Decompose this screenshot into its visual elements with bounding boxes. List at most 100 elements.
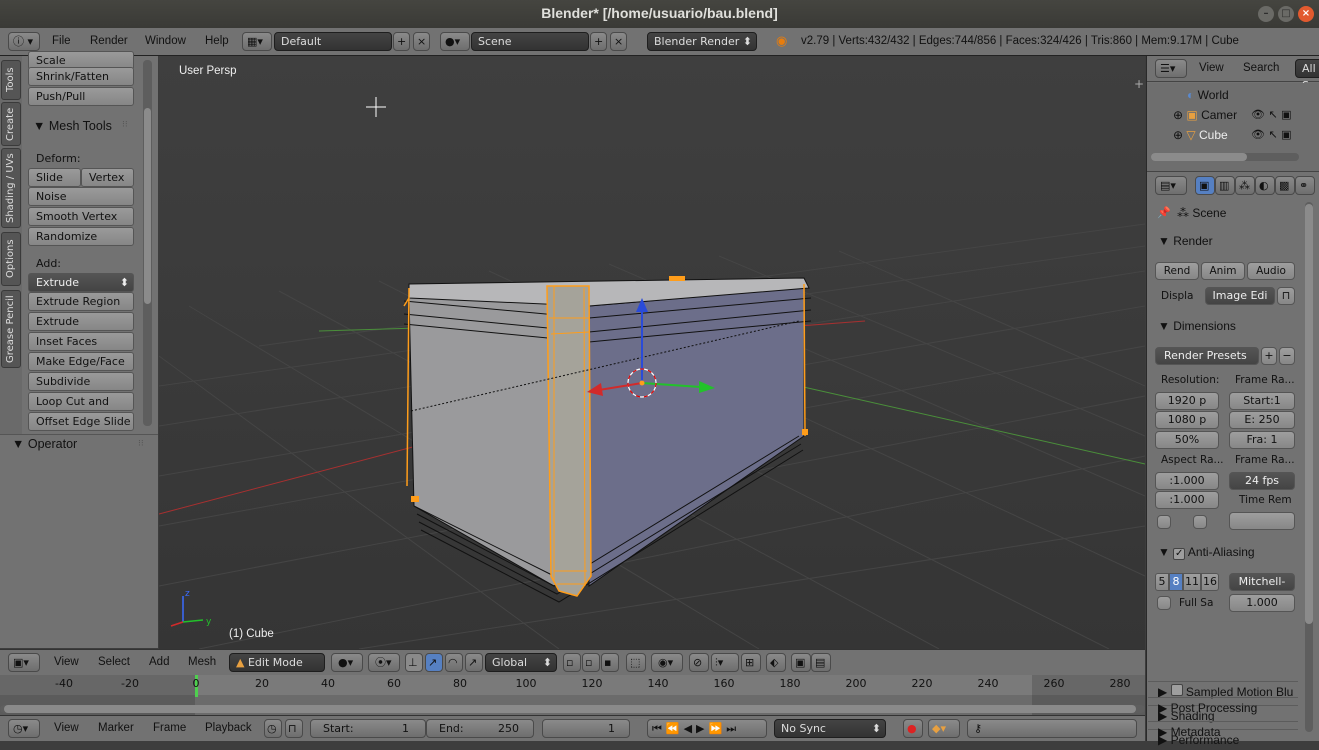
menu-view[interactable]: View: [54, 656, 79, 668]
occlude-toggle[interactable]: ⬚: [626, 653, 646, 672]
face-select-mode[interactable]: ▪: [601, 653, 619, 672]
animation-button[interactable]: Anim: [1201, 262, 1245, 280]
remove-layout-button[interactable]: ×: [413, 32, 430, 51]
close-button[interactable]: ×: [1298, 6, 1314, 22]
resolution-percent-field[interactable]: 50%: [1155, 431, 1219, 449]
smooth-vertex-button[interactable]: Smooth Vertex: [28, 207, 134, 226]
drag-grip-icon[interactable]: ⁝⁝: [122, 120, 128, 130]
outliner-item-cube[interactable]: ⊕ ▽ Cube: [1173, 128, 1228, 142]
properties-scrollbar[interactable]: [1305, 202, 1313, 732]
shrink-fatten-button[interactable]: Shrink/Fatten: [28, 67, 134, 86]
shading-select[interactable]: ●▾: [331, 653, 363, 672]
render-button[interactable]: Rend: [1155, 262, 1199, 280]
vertex-slide-button[interactable]: Vertex: [81, 168, 134, 187]
tool-scrollbar[interactable]: [143, 60, 152, 426]
extrude-region-button[interactable]: Extrude Region: [28, 292, 134, 311]
scene-tab[interactable]: ⁂: [1235, 176, 1255, 195]
timeline[interactable]: -40 -20 0 20 40 60 80 100 120 140 160 180 200 220 240 2…: [0, 675, 1145, 715]
render-anim-button[interactable]: ▤: [811, 653, 831, 672]
playback-controls[interactable]: ⏮⏪◀▶⏩⏭: [647, 719, 767, 738]
3d-viewport[interactable]: z y + User Persp (1) Cube: [159, 56, 1145, 649]
make-edge-face-button[interactable]: Make Edge/Face: [28, 352, 134, 371]
aa-sample-16[interactable]: 16: [1201, 573, 1219, 591]
outliner-hscroll[interactable]: [1151, 153, 1299, 161]
editor-type-properties[interactable]: ▤▾: [1155, 176, 1187, 195]
rotate-toggle[interactable]: ◠: [445, 653, 463, 672]
display-select[interactable]: Image Edi: [1205, 287, 1275, 305]
current-frame-field[interactable]: 1: [542, 719, 630, 738]
loop-cut-slide-button[interactable]: Loop Cut and Slide: [28, 392, 134, 425]
dimensions-panel-header[interactable]: ▼ Dimensions: [1148, 316, 1298, 336]
menu-render[interactable]: Render: [90, 35, 128, 47]
timeline-scrollbar[interactable]: [0, 705, 1145, 713]
proportional-edit-select[interactable]: ◉▾: [651, 653, 683, 672]
menu-file[interactable]: File: [52, 35, 71, 47]
extrude-individual-button[interactable]: Extrude Individual: [28, 312, 134, 345]
menu-view[interactable]: View: [54, 722, 79, 734]
snap-target-toggle[interactable]: ⊞: [741, 653, 761, 672]
record-toggle[interactable]: ●: [903, 719, 923, 738]
display-mode-select[interactable]: All S: [1295, 59, 1319, 92]
aa-sample-8[interactable]: 8: [1169, 573, 1183, 591]
outliner-hscroll-thumb[interactable]: [1151, 153, 1247, 161]
aa-sample-11[interactable]: 11: [1183, 573, 1201, 591]
aspect-x-field[interactable]: :1.000: [1155, 472, 1219, 490]
visibility-icon[interactable]: 👁 ↖ ▣: [1251, 108, 1292, 121]
add-scene-button[interactable]: +: [590, 32, 607, 51]
timeline-scrollbar-thumb[interactable]: [4, 705, 1136, 713]
frame-end-field[interactable]: E: 250: [1229, 411, 1295, 429]
scene-field[interactable]: Scene: [471, 32, 589, 51]
tab-create[interactable]: Create: [1, 102, 21, 146]
motion-blur-checkbox[interactable]: [1170, 684, 1183, 696]
slide-edge-button[interactable]: Slide Ed: [28, 168, 81, 201]
editor-type-timeline[interactable]: ◷▾: [8, 719, 40, 738]
editor-type-info[interactable]: ⓘ ▾: [8, 32, 40, 51]
translate-toggle[interactable]: ↗: [425, 653, 443, 672]
aa-filter-select[interactable]: Mitchell-: [1229, 573, 1295, 591]
render-panel-header[interactable]: ▼ Render: [1148, 231, 1298, 251]
menu-view[interactable]: View: [1199, 62, 1224, 74]
overlay-toggle[interactable]: ⬖: [766, 653, 786, 672]
pin-icon[interactable]: 📌: [1157, 206, 1171, 219]
render-engine-select[interactable]: Blender Render ⬍: [647, 32, 757, 51]
drag-grip-icon[interactable]: ⁝⁝: [138, 439, 144, 449]
object-tab[interactable]: ▩: [1275, 176, 1295, 195]
menu-select[interactable]: Select: [98, 656, 130, 668]
randomize-button[interactable]: Randomize: [28, 227, 134, 246]
screen-layout-icon[interactable]: ▦▾: [242, 32, 272, 51]
plus-icon[interactable]: +: [1134, 77, 1144, 91]
menu-add[interactable]: Add: [149, 656, 169, 668]
tab-tools[interactable]: Tools: [1, 60, 21, 100]
snap-element-select[interactable]: ⫶▾: [711, 653, 739, 672]
render-still-button[interactable]: ▣: [791, 653, 811, 672]
noise-button[interactable]: Noise: [28, 187, 134, 206]
outliner-item-world[interactable]: ◐ World: [1187, 88, 1229, 102]
frame-step-field[interactable]: Fra: 1: [1229, 431, 1295, 449]
extrude-dropdown[interactable]: Extrude ⬍: [28, 273, 134, 292]
push-pull-button[interactable]: Push/Pull: [28, 87, 134, 106]
render-tab[interactable]: ▣: [1195, 176, 1215, 195]
aspect-y-field[interactable]: :1.000: [1155, 491, 1219, 509]
aa-panel-header[interactable]: ▼ ✓ Anti-Aliasing: [1148, 542, 1298, 562]
mode-select[interactable]: ▲ Edit Mode: [229, 653, 325, 672]
tab-shading-uvs[interactable]: Shading / UVs: [1, 148, 21, 228]
constraints-tab[interactable]: ⚭: [1295, 176, 1315, 195]
menu-help[interactable]: Help: [205, 35, 229, 47]
fps-select[interactable]: 24 fps: [1229, 472, 1295, 490]
full-sample-checkbox[interactable]: [1157, 596, 1171, 610]
editor-type-3d[interactable]: ▣▾: [8, 653, 40, 672]
menu-search[interactable]: Search: [1243, 62, 1279, 74]
border-checkbox[interactable]: [1157, 515, 1171, 529]
expand-icon[interactable]: ⊕: [1173, 108, 1183, 122]
add-preset-button[interactable]: +: [1261, 347, 1277, 365]
keying-set-select[interactable]: ◆▾: [928, 719, 960, 738]
mesh-tools-header[interactable]: ▼ Mesh Tools: [33, 119, 112, 133]
start-frame-field[interactable]: Start: 1: [310, 719, 426, 738]
sync-select[interactable]: No Sync ⬍: [774, 719, 886, 738]
end-frame-field[interactable]: End: 250: [426, 719, 534, 738]
audio-button[interactable]: Audio: [1247, 262, 1295, 280]
menu-mesh[interactable]: Mesh: [188, 656, 216, 668]
tab-options[interactable]: Options: [1, 232, 21, 286]
menu-window[interactable]: Window: [145, 35, 186, 47]
resolution-y-field[interactable]: 1080 p: [1155, 411, 1219, 429]
